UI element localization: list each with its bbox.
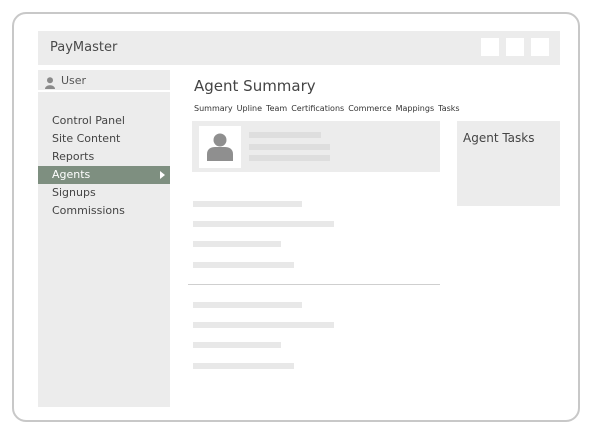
sidebar-item-control-panel[interactable]: Control Panel [38, 112, 170, 130]
sidebar-item-site-content[interactable]: Site Content [38, 130, 170, 148]
tab-summary[interactable]: Summary [194, 104, 233, 113]
sidebar-item-reports[interactable]: Reports [38, 148, 170, 166]
sidebar-nav: Control Panel Site Content Reports Agent… [38, 112, 170, 220]
tab-commerce[interactable]: Commerce [348, 104, 391, 113]
placeholder-line [193, 322, 334, 328]
tab-bar: Summary Upline Team Certifications Commerce M… [194, 104, 464, 113]
placeholder-line [249, 144, 330, 150]
user-menu[interactable]: User [38, 70, 170, 92]
sidebar-item-label: Commissions [52, 204, 125, 217]
sidebar-item-signups[interactable]: Signups [38, 184, 170, 202]
placeholder-line [193, 241, 281, 247]
sidebar: User Control Panel Site Content Reports … [38, 70, 170, 407]
user-label: User [61, 74, 87, 87]
person-icon [207, 133, 233, 161]
placeholder-line [193, 201, 302, 207]
tab-mappings[interactable]: Mappings [396, 104, 435, 113]
sidebar-item-label: Signups [52, 186, 96, 199]
sidebar-item-label: Reports [52, 150, 95, 163]
sidebar-item-commissions[interactable]: Commissions [38, 202, 170, 220]
tab-team[interactable]: Team [266, 104, 287, 113]
placeholder-line [193, 302, 302, 308]
placeholder-line [193, 342, 281, 348]
user-icon [45, 74, 55, 89]
tab-tasks[interactable]: Tasks [438, 104, 459, 113]
sidebar-item-agents[interactable]: Agents [38, 166, 170, 184]
sidebar-item-label: Control Panel [52, 114, 125, 127]
placeholder-line [249, 155, 330, 161]
agent-profile-card [192, 121, 440, 172]
section-divider [188, 284, 440, 285]
app-title: PayMaster [50, 40, 118, 55]
avatar [199, 126, 241, 168]
window-button-2[interactable] [506, 38, 524, 56]
agent-tasks-title: Agent Tasks [463, 131, 535, 145]
window-button-3[interactable] [531, 38, 549, 56]
agent-tasks-panel: Agent Tasks [457, 121, 560, 206]
placeholder-line [193, 363, 294, 369]
placeholder-line [193, 262, 294, 268]
tab-upline[interactable]: Upline [237, 104, 262, 113]
tab-certifications[interactable]: Certifications [291, 104, 344, 113]
window-button-1[interactable] [481, 38, 499, 56]
sidebar-item-label: Site Content [52, 132, 121, 145]
sidebar-item-label: Agents [52, 168, 91, 181]
page-title: Agent Summary [194, 77, 316, 95]
placeholder-line [193, 221, 334, 227]
chevron-right-icon [160, 171, 165, 179]
top-bar: PayMaster [38, 31, 560, 65]
placeholder-line [249, 132, 321, 138]
